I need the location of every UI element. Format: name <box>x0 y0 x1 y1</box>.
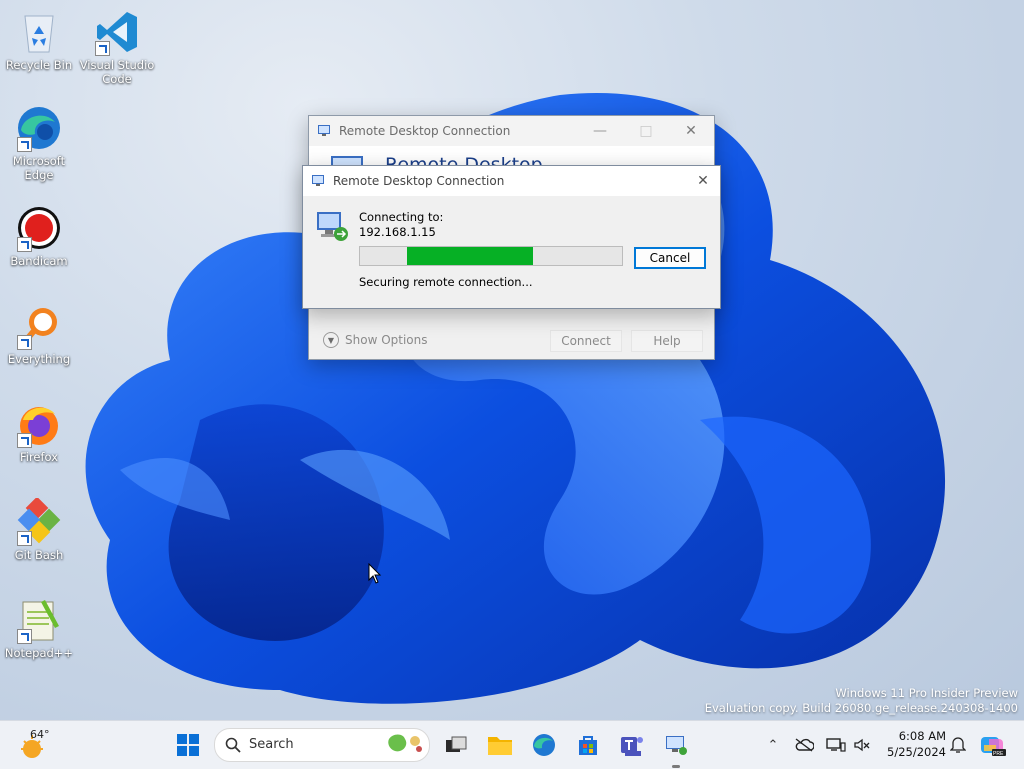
folder-icon <box>488 737 512 755</box>
connecting-address: 192.168.1.15 <box>359 225 436 239</box>
rdc-connecting-dialog[interactable]: Remote Desktop Connection ✕ Connecting t… <box>302 165 721 309</box>
shortcut-arrow-icon <box>17 237 32 252</box>
mouse-cursor-icon <box>368 563 382 584</box>
desktop-icon-label: Bandicam <box>10 254 68 268</box>
windows-logo-icon <box>177 734 199 756</box>
chevron-up-icon: ⌃ <box>767 737 779 753</box>
desktop-icon-bandicam[interactable]: Bandicam <box>1 204 77 268</box>
connect-button[interactable]: Connect <box>550 330 622 352</box>
clock[interactable]: 6:08 AM 5/25/2024 <box>880 728 946 760</box>
file-explorer-button[interactable] <box>484 729 516 761</box>
desktop-icon-recycle-bin[interactable]: Recycle Bin <box>1 8 77 72</box>
desktop-icon-label: Visual Studio Code <box>79 58 155 86</box>
desktop-icon-label: Notepad++ <box>4 646 74 660</box>
desktop-icon-label: Git Bash <box>14 548 64 562</box>
speaker-muted-icon <box>854 738 870 752</box>
remote-desktop-icon <box>312 175 324 186</box>
weather-temp: 64° <box>30 728 50 741</box>
progress-fill <box>407 247 533 265</box>
show-options-label: Show Options <box>345 333 428 347</box>
connecting-label: Connecting to: <box>359 210 444 224</box>
network-icon <box>826 738 846 752</box>
svg-text:PRE: PRE <box>993 751 1004 757</box>
connection-progress-bar <box>359 246 623 266</box>
edge-taskbar-button[interactable] <box>528 729 560 761</box>
desktop-icon-label: Microsoft Edge <box>12 154 66 182</box>
teams-button[interactable] <box>616 729 648 761</box>
taskbar: 64° Search ⌃ 6:08 AM 5/25/2024 PRE <box>0 720 1024 769</box>
cancel-button[interactable]: Cancel <box>634 247 706 269</box>
shortcut-arrow-icon <box>17 335 32 350</box>
close-button[interactable]: ✕ <box>687 166 719 196</box>
weather-widget[interactable]: 64° <box>16 727 76 763</box>
watermark-line-2: Evaluation copy. Build 26080.ge_release.… <box>704 701 1018 715</box>
shortcut-arrow-icon <box>17 137 32 152</box>
search-placeholder: Search <box>249 737 294 752</box>
start-button[interactable] <box>172 729 204 761</box>
close-button[interactable]: ✕ <box>668 116 714 146</box>
minimize-button[interactable]: — <box>577 116 623 146</box>
desktop-icon-firefox[interactable]: Firefox <box>1 400 77 464</box>
copilot-icon: PRE <box>981 737 1006 757</box>
shortcut-arrow-icon <box>17 531 32 546</box>
notification-bell-icon <box>950 737 966 753</box>
help-button[interactable]: Help <box>631 330 703 352</box>
desktop-icon-git-bash[interactable]: Git Bash <box>1 496 77 562</box>
chevron-down-icon: ▼ <box>323 332 339 348</box>
store-button[interactable] <box>572 729 604 761</box>
search-icon <box>225 737 241 753</box>
show-hidden-icons-button[interactable]: ⌃ <box>762 721 784 769</box>
copilot-button[interactable]: PRE <box>978 721 1008 769</box>
desktop-icon-everything[interactable]: Everything <box>1 302 77 366</box>
search-highlight-icon <box>388 734 422 752</box>
shortcut-arrow-icon <box>17 433 32 448</box>
shortcut-arrow-icon <box>95 41 110 56</box>
shortcut-arrow-icon <box>17 629 32 644</box>
store-icon <box>579 736 597 755</box>
desktop-icon-label: Everything <box>7 352 71 366</box>
wallpaper-bloom <box>85 92 946 704</box>
task-view-icon <box>446 736 467 752</box>
teams-icon <box>621 737 643 756</box>
clock-time: 6:08 AM <box>898 729 946 743</box>
network-tray-icon[interactable] <box>824 721 848 769</box>
show-options-toggle[interactable]: ▼ Show Options <box>323 332 428 348</box>
desktop-icon-vscode[interactable]: Visual Studio Code <box>79 8 155 86</box>
desktop-icon-label: Firefox <box>19 450 59 464</box>
rdc-main-title: Remote Desktop Connection <box>339 124 511 138</box>
edge-icon <box>533 734 555 756</box>
rdc-dialog-title: Remote Desktop Connection <box>333 174 505 188</box>
cloud-offline-icon <box>795 738 814 752</box>
maximize-button[interactable]: □ <box>623 116 669 146</box>
onedrive-tray-icon[interactable] <box>792 721 816 769</box>
watermark-line-1: Windows 11 Pro Insider Preview <box>835 686 1018 700</box>
rdc-dialog-titlebar[interactable]: Remote Desktop Connection <box>303 166 720 196</box>
remote-desktop-taskbar-button[interactable] <box>660 729 692 761</box>
desktop-icon-label: Recycle Bin <box>5 58 73 72</box>
windows-watermark: Windows 11 Pro Insider Preview Evaluatio… <box>705 686 1018 716</box>
remote-desktop-icon <box>666 736 687 755</box>
task-view-button[interactable] <box>440 729 472 761</box>
notification-button[interactable] <box>948 721 968 769</box>
recycle-bin-icon <box>24 15 54 53</box>
remote-computer-icon <box>317 212 348 241</box>
desktop: Recycle Bin Visual Studio Code Microsoft… <box>0 0 1024 720</box>
desktop-icon-notepadpp[interactable]: Notepad++ <box>1 596 77 660</box>
desktop-icon-edge[interactable]: Microsoft Edge <box>1 104 77 182</box>
clock-date: 5/25/2024 <box>887 745 946 759</box>
volume-tray-icon[interactable] <box>850 721 874 769</box>
taskbar-search-box[interactable]: Search <box>214 728 430 762</box>
remote-desktop-icon <box>318 125 330 136</box>
connection-status-text: Securing remote connection... <box>359 275 533 289</box>
